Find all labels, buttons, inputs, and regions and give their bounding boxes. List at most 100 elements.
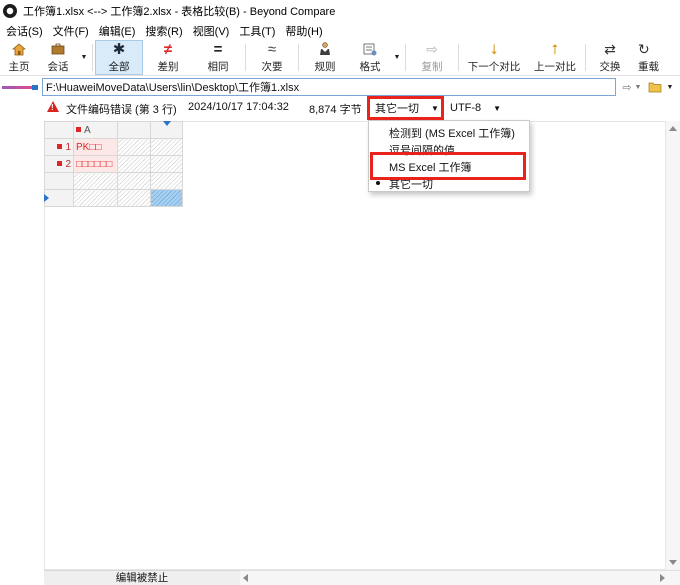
corner-cell (44, 121, 74, 139)
file-timestamp: 2024/10/17 17:04:32 (188, 101, 289, 113)
diff-marker-icon (57, 144, 63, 150)
menu-session[interactable]: 会话(S) (2, 23, 49, 39)
cell-empty[interactable] (117, 189, 151, 207)
next-diff-button[interactable]: ⭣ 下一个对比 (461, 40, 527, 75)
file-path-input[interactable] (42, 78, 616, 96)
title-bar: 工作簿1.xlsx <--> 工作簿2.xlsx - 表格比较(B) - Bey… (0, 0, 680, 22)
path-history-icon[interactable]: ⇨ (620, 79, 634, 95)
diff-marker-icon (57, 161, 63, 167)
encoding-select[interactable]: UTF-8 ▼ (450, 100, 501, 116)
path-history-dropdown-arrow[interactable]: ▼ (634, 79, 642, 95)
table-row (44, 189, 183, 207)
horizontal-scrollbar[interactable] (240, 570, 680, 585)
chevron-down-icon: ▼ (493, 103, 502, 113)
cell-empty[interactable] (150, 155, 183, 173)
menu-search[interactable]: 搜索(R) (141, 23, 188, 39)
browse-folder-button[interactable] (646, 79, 664, 95)
cell-empty[interactable] (73, 189, 118, 207)
filter-minor-button[interactable]: ≈ 次要 (248, 40, 296, 75)
warning-icon (47, 101, 59, 112)
arrow-down-icon: ⭣ (490, 40, 498, 57)
rules-button[interactable]: 规则 (301, 40, 349, 75)
selected-bullet-icon (376, 181, 380, 185)
row-header-1[interactable]: 1 (44, 138, 74, 156)
briefcase-icon (51, 42, 65, 57)
menu-edit[interactable]: 编辑(E) (95, 23, 142, 39)
format-dropdown-arrow[interactable]: ▼ (391, 40, 403, 75)
file-size: 8,874 字节 (309, 104, 362, 116)
scroll-right-icon[interactable] (660, 574, 665, 582)
toolbar-separator (585, 44, 586, 71)
left-gutter (0, 121, 44, 585)
table-row: 2 □□□□□□ (44, 155, 183, 173)
swap-icon: ⇄ (604, 40, 616, 57)
encoding-error-text: 文件编码错误 (第 3 行) (66, 104, 177, 116)
table-row: 1 PK□□ (44, 138, 183, 156)
column-header-row: A (44, 121, 183, 139)
cell-a1[interactable]: PK□□ (73, 138, 118, 156)
diff-marker-icon (76, 127, 81, 133)
toolbar-separator (405, 44, 406, 71)
side-color-bar (2, 86, 36, 89)
copy-arrow-icon: ⇨ (426, 40, 438, 57)
window-title: 工作簿1.xlsx <--> 工作簿2.xlsx - 表格比较(B) - Bey… (23, 6, 336, 18)
file-side-indicator (2, 82, 40, 92)
filter-same-button[interactable]: = 相同 (193, 40, 243, 75)
cell-empty[interactable] (117, 155, 151, 173)
format-icon (363, 42, 377, 57)
column-header[interactable] (117, 121, 151, 139)
prev-diff-button[interactable]: ⭡ 上一对比 (527, 40, 583, 75)
session-button[interactable]: 会话 (38, 40, 78, 75)
toolbar-separator (92, 44, 93, 71)
status-bar: 编辑被禁止 (44, 570, 240, 585)
referee-icon (319, 42, 331, 57)
menu-help[interactable]: 帮助(H) (281, 23, 328, 39)
reload-button[interactable]: ↻ 重载 (632, 40, 662, 75)
cell-empty[interactable] (150, 172, 183, 190)
filter-all-button[interactable]: ✱ 全部 (95, 40, 143, 75)
spreadsheet-grid: A 1 PK□□ 2 □□□□□□ (44, 121, 183, 207)
browse-dropdown-arrow[interactable]: ▼ (664, 79, 676, 95)
table-row (44, 172, 183, 190)
menu-bar: 会话(S) 文件(F) 编辑(E) 搜索(R) 视图(V) 工具(T) 帮助(H… (0, 22, 680, 40)
copy-button[interactable]: ⇨ 复制 (408, 40, 456, 75)
menu-file[interactable]: 文件(F) (49, 23, 95, 39)
menu-item-detected-excel[interactable]: 检测到 (MS Excel 工作簿) (389, 125, 515, 141)
menu-view[interactable]: 视图(V) (189, 23, 236, 39)
session-dropdown-arrow[interactable]: ▼ (78, 40, 90, 75)
arrow-up-icon: ⭡ (551, 40, 559, 57)
cell-a2[interactable]: □□□□□□ (73, 155, 118, 173)
reload-icon: ↻ (638, 40, 650, 57)
home-button[interactable]: 主页 (0, 40, 38, 75)
row-header-2[interactable]: 2 (44, 155, 74, 173)
current-row-pointer-icon (44, 194, 49, 202)
scroll-down-icon[interactable] (669, 560, 677, 565)
asterisk-icon: ✱ (112, 40, 126, 58)
swap-button[interactable]: ⇄ 交换 (588, 40, 632, 75)
toolbar-separator (245, 44, 246, 71)
not-equal-icon: ≠ (163, 40, 173, 58)
selected-cell[interactable] (150, 189, 183, 207)
cell-empty[interactable] (117, 172, 151, 190)
approx-icon: ≈ (267, 40, 277, 58)
highlight-box-format-select (367, 96, 444, 120)
toolbar-separator (458, 44, 459, 71)
menu-tools[interactable]: 工具(T) (235, 23, 281, 39)
cell-empty[interactable] (150, 138, 183, 156)
filter-diff-button[interactable]: ≠ 差别 (143, 40, 193, 75)
cell-empty[interactable] (117, 138, 151, 156)
scroll-up-icon[interactable] (669, 126, 677, 131)
toolbar-separator (298, 44, 299, 71)
row-header-empty[interactable] (44, 172, 74, 190)
equal-icon: = (213, 40, 223, 58)
scroll-left-icon[interactable] (243, 574, 248, 582)
current-column-pointer-icon (163, 121, 171, 126)
format-button[interactable]: 格式 (349, 40, 391, 75)
app-logo-icon (3, 4, 17, 18)
side-marker-icon (32, 85, 38, 90)
vertical-scrollbar[interactable] (666, 121, 680, 570)
cell-empty[interactable] (73, 172, 118, 190)
column-header-a[interactable]: A (73, 121, 118, 139)
folder-icon (648, 82, 661, 93)
toolbar: 主页 会话 ▼ ✱ 全部 ≠ 差别 = 相同 ≈ 次要 规则 格式 ▼ ⇨ 复制… (0, 40, 680, 76)
